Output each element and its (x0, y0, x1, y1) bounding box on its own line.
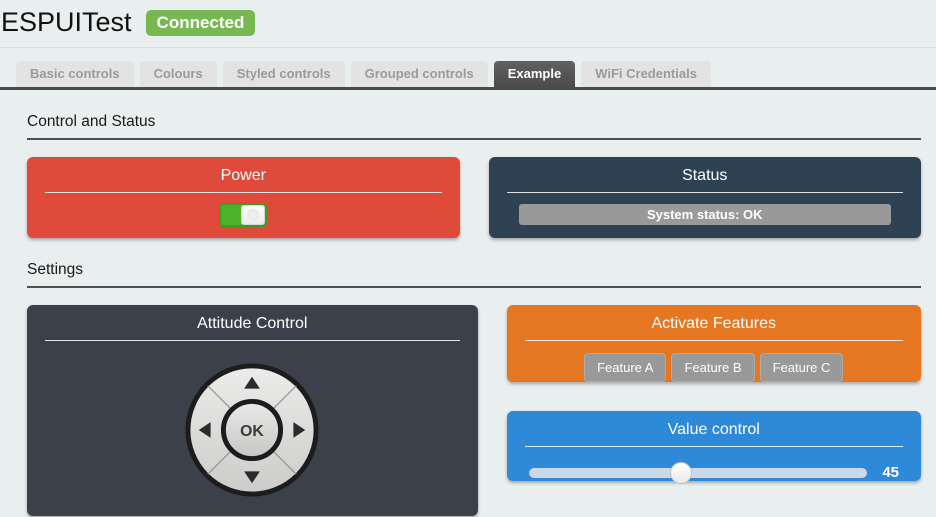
status-panel: Status System status: OK (489, 157, 922, 238)
tab-bar: Basic controls Colours Styled controls G… (0, 61, 936, 90)
system-status-label: System status: OK (519, 204, 892, 225)
attitude-control-panel: Attitude Control (27, 305, 478, 516)
settings-right-column: Activate Features Feature A Feature B Fe… (507, 305, 922, 481)
value-slider-track[interactable] (529, 468, 868, 478)
feature-a-button[interactable]: Feature A (584, 353, 666, 382)
panel-title-rule (45, 340, 460, 341)
features-panel-title: Activate Features (525, 312, 904, 340)
panel-title-rule (507, 192, 904, 193)
section-divider (27, 138, 921, 140)
attitude-panel-title: Attitude Control (45, 312, 460, 340)
feature-c-button[interactable]: Feature C (760, 353, 844, 382)
row-settings: Attitude Control (27, 305, 921, 516)
power-toggle-switch[interactable] (219, 203, 267, 227)
main-content: Control and Status Power Status System s… (0, 113, 936, 516)
app-header: ESPUITest Connected (0, 0, 936, 48)
row-control-and-status: Power Status System status: OK (27, 157, 921, 238)
section-label-settings: Settings (27, 261, 921, 279)
tab-grouped-controls[interactable]: Grouped controls (351, 61, 488, 87)
power-panel-title: Power (45, 164, 442, 192)
section-label-control-and-status: Control and Status (27, 113, 921, 131)
value-panel-title: Value control (525, 418, 904, 446)
feature-b-button[interactable]: Feature B (671, 353, 754, 382)
panel-title-rule (525, 446, 904, 447)
activate-features-panel: Activate Features Feature A Feature B Fe… (507, 305, 922, 382)
ok-button-label[interactable]: OK (240, 423, 264, 440)
panel-title-rule (525, 340, 904, 341)
value-slider-knob[interactable] (670, 462, 692, 484)
tab-wifi-credentials[interactable]: WiFi Credentials (581, 61, 711, 87)
tab-styled-controls[interactable]: Styled controls (223, 61, 345, 87)
value-control-panel: Value control 45 (507, 411, 922, 481)
tab-basic-controls[interactable]: Basic controls (16, 61, 134, 87)
tab-colours[interactable]: Colours (140, 61, 217, 87)
tab-example[interactable]: Example (494, 61, 575, 87)
section-divider (27, 286, 921, 288)
panel-title-rule (45, 192, 442, 193)
status-panel-title: Status (507, 164, 904, 192)
power-panel: Power (27, 157, 460, 238)
connection-status-badge: Connected (146, 10, 256, 36)
dpad-control[interactable]: OK (183, 361, 321, 499)
slider-value-label: 45 (882, 464, 899, 481)
app-title: ESPUITest (1, 7, 132, 38)
toggle-knob[interactable] (241, 205, 266, 225)
